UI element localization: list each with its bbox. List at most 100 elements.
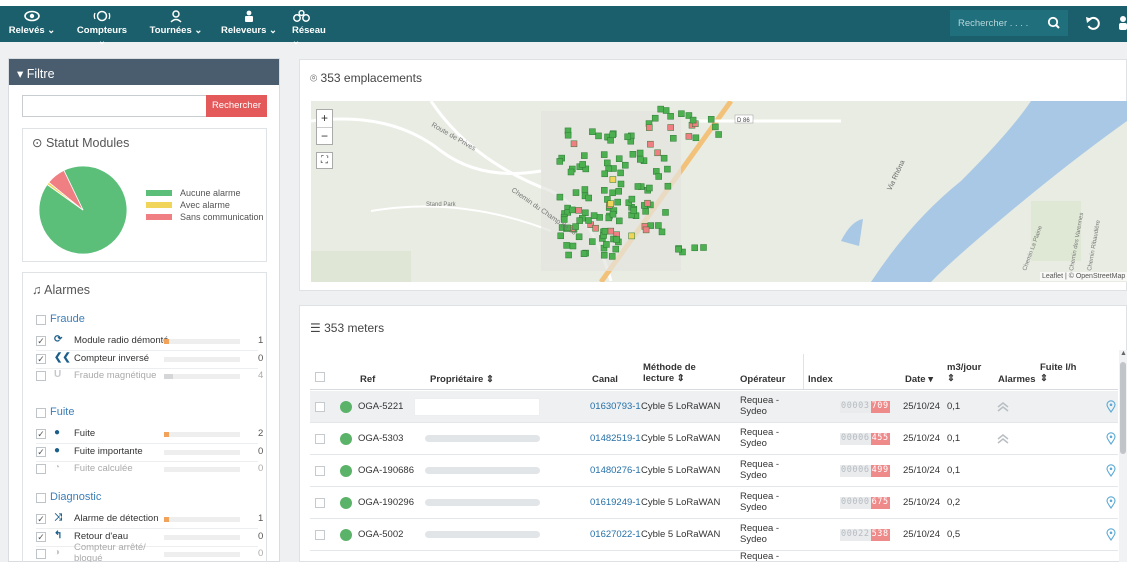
legend-item-no-alarm[interactable]: Aucune alarme (146, 187, 264, 199)
meter-marker[interactable] (565, 251, 572, 259)
user-menu-button[interactable] (1116, 10, 1127, 36)
meter-marker[interactable] (707, 116, 715, 123)
col-owner[interactable]: Propriétaire ⇕ (430, 374, 494, 385)
cell-ref[interactable]: OGA-190686 (358, 465, 414, 476)
meter-marker[interactable] (654, 149, 661, 157)
meter-marker[interactable] (628, 232, 635, 240)
meter-marker[interactable] (617, 180, 625, 188)
alarm-chevrons-icon[interactable] (996, 401, 1010, 413)
meter-marker[interactable] (581, 152, 588, 159)
table-row[interactable]: OGA-5221 01630793-1 Cyble 5 LoRaWAN Requea … (310, 391, 1118, 423)
meter-marker[interactable] (609, 131, 616, 139)
meter-marker[interactable] (685, 133, 693, 140)
meter-marker[interactable] (644, 199, 651, 207)
cell-canal[interactable]: 01630793-1 (590, 401, 641, 412)
meter-marker[interactable] (579, 161, 586, 168)
cell-canal[interactable]: 01480276-1 (590, 465, 641, 476)
refresh-button[interactable] (1080, 10, 1106, 36)
row-checkbox[interactable] (315, 402, 325, 412)
meter-marker[interactable] (609, 176, 617, 183)
alarm-group-title[interactable]: Fraude (50, 313, 85, 325)
group-checkbox[interactable] (36, 493, 46, 503)
cell-ref[interactable]: OGA-5303 (358, 433, 403, 444)
meter-marker[interactable] (595, 132, 602, 140)
meter-marker[interactable] (634, 183, 642, 190)
meter-marker[interactable] (575, 233, 583, 241)
meter-marker[interactable] (589, 128, 596, 135)
meter-marker[interactable] (651, 114, 659, 122)
alarm-filter-row[interactable]: ✓ ⤨ Alarme de détection 1 (36, 511, 276, 528)
meter-marker[interactable] (596, 214, 603, 221)
meter-marker[interactable] (607, 137, 614, 144)
meter-marker[interactable] (581, 186, 589, 193)
nav-releves[interactable]: Relevés ⌄ (8, 10, 56, 36)
global-search-input[interactable]: Rechercher . . . . (950, 10, 1040, 36)
alarm-filter-row[interactable]: ✓ ● Fuite 2 (36, 426, 276, 443)
meter-marker[interactable] (646, 124, 653, 131)
alarm-checkbox[interactable]: ✓ (36, 336, 46, 346)
meter-marker[interactable] (664, 182, 672, 190)
alarm-checkbox[interactable]: ✓ (36, 353, 46, 364)
meter-marker[interactable] (564, 131, 572, 139)
meter-marker[interactable] (691, 244, 698, 252)
meter-marker[interactable] (712, 123, 719, 131)
map-view[interactable]: D 86 Route de Prives Chemin du Champ de … (311, 101, 1127, 282)
meter-marker[interactable] (692, 134, 700, 142)
col-leak[interactable]: Fuite l/h ⇕ (1040, 362, 1080, 384)
cell-canal[interactable]: 01482519-1 (590, 433, 641, 444)
meter-marker[interactable] (613, 236, 620, 243)
nav-compteurs[interactable]: Compteurs ⌄ (72, 10, 132, 47)
meter-marker[interactable] (655, 222, 662, 229)
meter-marker[interactable] (603, 241, 610, 248)
row-checkbox[interactable] (315, 530, 325, 540)
table-scroll-thumb[interactable] (1120, 362, 1126, 454)
legend-item-with-alarm[interactable]: Avec alarme (146, 199, 264, 211)
alarm-checkbox[interactable] (36, 549, 46, 559)
meter-marker[interactable] (585, 194, 592, 202)
meter-marker[interactable] (637, 156, 644, 163)
alarm-filter-row[interactable]: ✓ ● Fuite importante 0 (36, 444, 276, 461)
meter-marker[interactable] (678, 110, 685, 117)
map-pin-icon[interactable] (1106, 496, 1116, 509)
meter-marker[interactable] (607, 200, 615, 207)
meter-marker[interactable] (617, 169, 624, 177)
meter-marker[interactable] (715, 131, 722, 138)
row-checkbox[interactable] (315, 466, 325, 476)
col-index[interactable]: Index (808, 374, 833, 385)
meter-marker[interactable] (600, 151, 608, 158)
zoom-out-button[interactable]: − (317, 127, 332, 144)
alarm-filter-row[interactable]: ✓ ⟳ Module radio démonté 1 (36, 333, 276, 350)
nav-reseau[interactable]: Réseau ⌄ (292, 10, 336, 47)
meter-marker[interactable] (604, 159, 611, 167)
filter-search-input[interactable] (22, 95, 214, 117)
meter-marker[interactable] (572, 189, 580, 196)
meter-marker[interactable] (569, 242, 577, 250)
meter-marker[interactable] (670, 135, 677, 142)
meter-marker[interactable] (567, 168, 575, 176)
meter-marker[interactable] (667, 113, 674, 120)
nav-tournees[interactable]: Tournées ⌄ (148, 10, 204, 36)
map-pin-icon[interactable] (1106, 400, 1116, 413)
meter-marker[interactable] (615, 188, 622, 195)
meter-marker[interactable] (609, 210, 617, 218)
meter-marker[interactable] (568, 206, 576, 214)
meter-marker[interactable] (646, 184, 653, 192)
map-pin-icon[interactable] (1106, 528, 1116, 541)
alarm-checkbox[interactable]: ✓ (36, 429, 46, 439)
alarm-group-title[interactable]: Fuite (50, 406, 74, 418)
meter-marker[interactable] (590, 212, 598, 219)
meter-marker[interactable] (624, 133, 631, 141)
meter-marker[interactable] (601, 187, 608, 194)
meter-marker[interactable] (556, 193, 564, 201)
group-checkbox[interactable] (36, 408, 46, 418)
meter-marker[interactable] (557, 232, 564, 240)
meter-marker[interactable] (700, 244, 707, 251)
meter-marker[interactable] (607, 227, 615, 235)
meter-marker[interactable] (657, 105, 664, 113)
meter-marker[interactable] (658, 228, 666, 236)
meter-marker[interactable] (585, 217, 592, 224)
fullscreen-button[interactable]: ⛶ (316, 152, 333, 169)
col-ref[interactable]: Ref (360, 374, 375, 385)
meter-marker[interactable] (612, 245, 620, 253)
col-canal[interactable]: Canal (592, 374, 618, 385)
